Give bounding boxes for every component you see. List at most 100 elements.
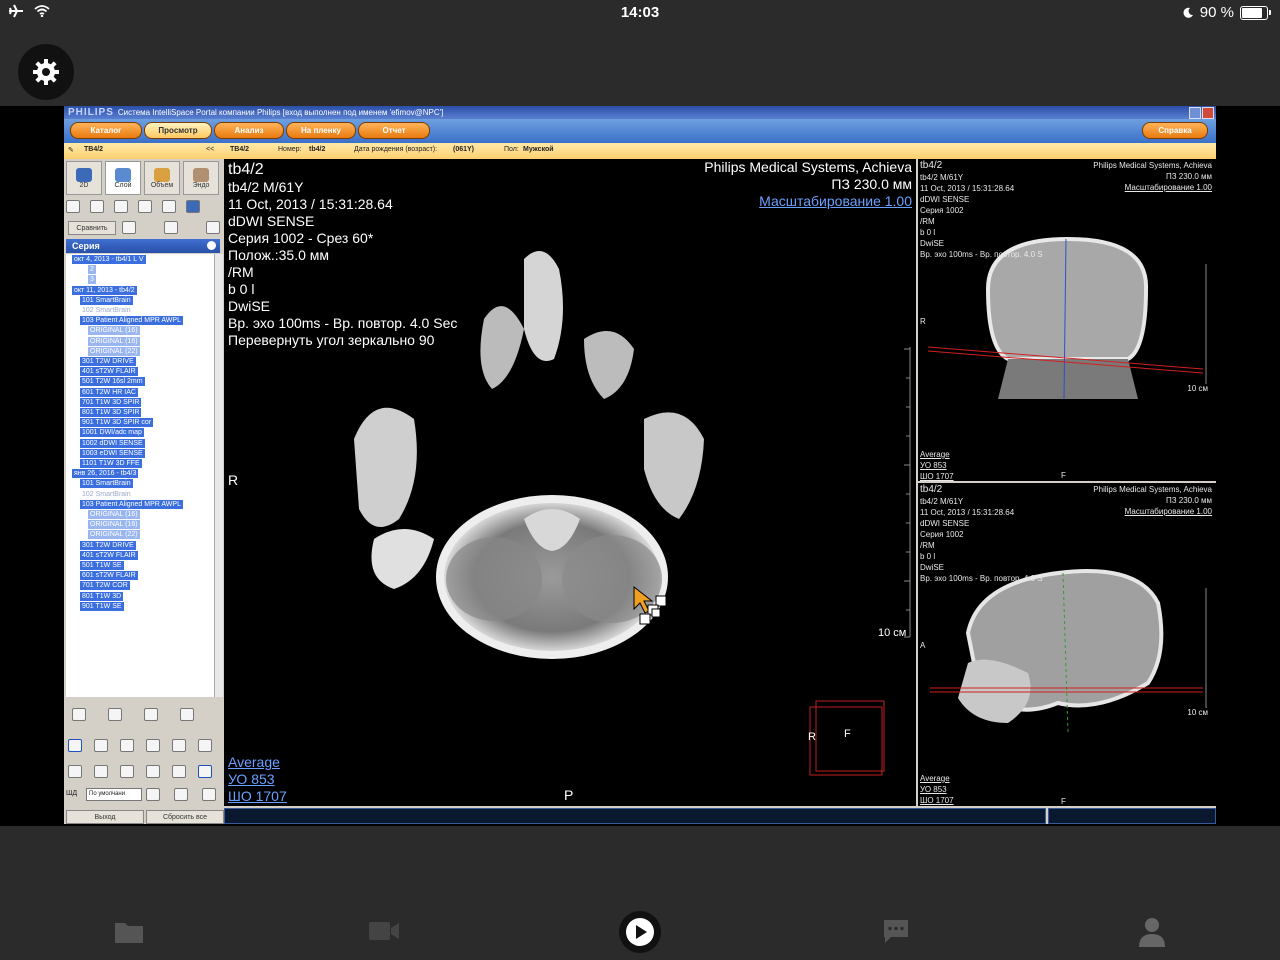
- sagittal-wl-value[interactable]: УО 853: [920, 784, 947, 795]
- tree-series-item[interactable]: 301 T2W DRIVE: [80, 540, 136, 550]
- line-icon[interactable]: [68, 765, 82, 778]
- tree-series-item[interactable]: 101 SmartBrain: [80, 295, 133, 305]
- mode-2d-button[interactable]: 2D: [66, 161, 102, 195]
- tab-catalog[interactable]: Каталог: [70, 122, 142, 139]
- annotation-icon[interactable]: [172, 765, 186, 778]
- chat-icon[interactable]: [882, 918, 910, 944]
- copy-icon[interactable]: [144, 708, 158, 721]
- tree-series-item[interactable]: 1002 dDWI SENSE: [80, 438, 145, 448]
- tree-series-item[interactable]: ORIGINAL (16): [88, 520, 140, 530]
- pen-icon[interactable]: [122, 221, 136, 234]
- tree-series-item[interactable]: ORIGINAL (16): [88, 510, 140, 519]
- tree-series-item[interactable]: 103 Patient Aligned MPR AWPL: [80, 316, 183, 326]
- tree-series-item[interactable]: 102 SmartBrain: [80, 306, 133, 315]
- coronal-average-link[interactable]: Average: [920, 449, 950, 460]
- pin-icon[interactable]: ✎: [68, 146, 74, 154]
- sagittal-ww-value[interactable]: ШО 1707: [920, 795, 954, 806]
- tree-series-item[interactable]: 601 sT2W FLAIR: [80, 571, 138, 581]
- tree-study-item[interactable]: янв 26, 2016 - tb4/3: [72, 469, 139, 479]
- tree-series-item[interactable]: 601 T2W HR IAC: [80, 387, 138, 397]
- tree-series-item[interactable]: ORIGINAL (22): [88, 346, 140, 356]
- sagittal-average-link[interactable]: Average: [920, 773, 950, 784]
- compare-button[interactable]: Сравнить: [68, 221, 116, 235]
- average-link[interactable]: Average: [228, 754, 280, 771]
- window-level-value[interactable]: УО 853: [228, 771, 275, 788]
- hanging-icon[interactable]: [66, 200, 80, 213]
- zoom-icon[interactable]: [120, 739, 134, 752]
- tab-view[interactable]: Просмотр: [144, 122, 212, 139]
- print-icon[interactable]: [202, 788, 216, 801]
- tree-series-item[interactable]: 401 sT2W FLAIR: [80, 367, 138, 377]
- coronal-ww-value[interactable]: ШО 1707: [920, 471, 954, 481]
- tree-series-item[interactable]: 401 sT2W FLAIR: [80, 550, 138, 560]
- tree-series-item[interactable]: ORIGINAL (16): [88, 336, 140, 346]
- link-icon[interactable]: [164, 221, 178, 234]
- window-preset-select[interactable]: По умолчани: [86, 788, 142, 801]
- series-tree-scrollbar[interactable]: [214, 254, 223, 697]
- tree-icon[interactable]: [162, 200, 176, 213]
- tree-series-item[interactable]: 901 T1W 3D SPIR cor: [80, 418, 154, 428]
- person-tool-2-icon[interactable]: [114, 200, 128, 213]
- tree-series-item[interactable]: 701 T1W 3D SPIR: [80, 397, 142, 407]
- collapse-button[interactable]: <<: [206, 146, 214, 153]
- tree-series-item[interactable]: 501 T2W 16sl 2mm: [80, 377, 145, 387]
- scan-icon[interactable]: [138, 200, 152, 213]
- minimize-button[interactable]: [1189, 107, 1201, 119]
- tree-study-item[interactable]: окт 11, 2013 - tb4/2: [72, 285, 137, 295]
- video-camera-icon[interactable]: [368, 920, 400, 942]
- sagittal-viewport[interactable]: tb4/2 tb4/2 M/61Y 11 Oct, 2013 / 15:31:28…: [918, 483, 1216, 806]
- circle-icon[interactable]: [94, 765, 108, 778]
- sagittal-zoom-link[interactable]: Масштабирование 1.00: [1125, 506, 1212, 517]
- main-slice-scrollbar[interactable]: [224, 808, 1046, 824]
- layout-icon[interactable]: [186, 200, 200, 213]
- tab-analysis[interactable]: Анализ: [214, 122, 284, 139]
- mode-volume-button[interactable]: Объем: [144, 161, 180, 195]
- angle-icon[interactable]: [120, 765, 134, 778]
- tree-series-item[interactable]: 3: [88, 275, 96, 285]
- tree-series-item[interactable]: 1101 T1W 3D FFE: [80, 459, 142, 468]
- tree-series-item[interactable]: 103 Patient Aligned MPR AWPL: [80, 499, 183, 509]
- coronal-viewport[interactable]: tb4/2 tb4/2 M/61Y 11 Oct, 2013 / 15:31:28…: [918, 159, 1216, 481]
- grid-icon[interactable]: [146, 788, 160, 801]
- main-viewport[interactable]: tb4/2 tb4/2 M/61Y 11 Oct, 2013 / 15:31:28…: [224, 159, 916, 806]
- close-window-button[interactable]: [1202, 107, 1214, 119]
- coronal-wl-value[interactable]: УО 853: [920, 460, 947, 471]
- tree-series-item[interactable]: 102 SmartBrain: [80, 490, 133, 499]
- person-tool-icon[interactable]: [90, 200, 104, 213]
- select-tool-icon[interactable]: [68, 739, 82, 752]
- camera-icon[interactable]: [108, 708, 122, 721]
- book-icon[interactable]: [180, 708, 194, 721]
- viewport-zoom-link[interactable]: Масштабирование 1.00: [759, 193, 912, 210]
- tree-series-item[interactable]: 1001 DWI/adc map: [80, 428, 144, 438]
- tree-series-item[interactable]: 2: [88, 265, 96, 275]
- play-icon[interactable]: [618, 910, 662, 954]
- rotate-icon[interactable]: [172, 739, 186, 752]
- tree-series-item[interactable]: 801 T1W 3D: [80, 591, 124, 601]
- exit-button[interactable]: Выход: [66, 810, 144, 824]
- window-level-icon[interactable]: [146, 739, 160, 752]
- mode-slice-button[interactable]: Слой: [105, 161, 141, 195]
- tree-series-item[interactable]: 701 T2W COR: [80, 581, 130, 591]
- tree-series-item[interactable]: 901 T1W SE: [80, 601, 124, 611]
- tree-series-item[interactable]: 1003 eDWI SENSE: [80, 448, 145, 458]
- tree-series-item[interactable]: 801 T1W 3D SPIR: [80, 408, 142, 417]
- tree-series-item[interactable]: ORIGINAL (22): [88, 530, 140, 540]
- tab-help[interactable]: Справка: [1142, 122, 1208, 139]
- tree-series-item[interactable]: 101 SmartBrain: [80, 479, 133, 489]
- export-icon[interactable]: [206, 221, 220, 234]
- folder-icon[interactable]: [114, 918, 144, 944]
- tree-study-item[interactable]: окт 4, 2013 - tb4/1 L V: [72, 255, 146, 264]
- ruler-icon[interactable]: [146, 765, 160, 778]
- mode-endo-button[interactable]: Эндо: [183, 161, 219, 195]
- reset-all-button[interactable]: Сбросить все: [146, 810, 224, 824]
- settings-button[interactable]: [18, 44, 74, 100]
- film-icon[interactable]: [174, 788, 188, 801]
- collapse-series-icon[interactable]: [207, 241, 216, 250]
- tree-series-item[interactable]: 301 T2W DRIVE: [80, 357, 136, 366]
- tree-series-item[interactable]: 501 T1W SE: [80, 561, 124, 570]
- tree-series-item[interactable]: ORIGINAL (16): [88, 326, 140, 336]
- person-icon[interactable]: [1138, 916, 1166, 948]
- roi-icon[interactable]: [198, 739, 212, 752]
- side-slice-scrollbar[interactable]: [1048, 808, 1216, 824]
- window-width-value[interactable]: ШО 1707: [228, 788, 287, 805]
